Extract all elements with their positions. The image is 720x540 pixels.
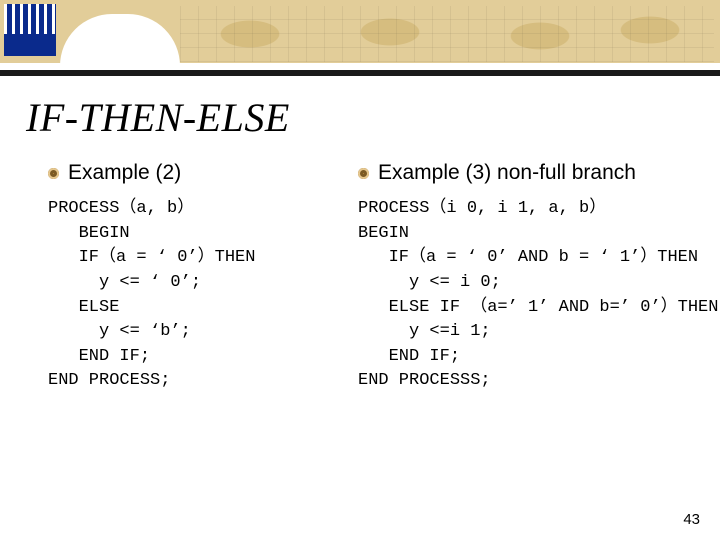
page-number: 43: [683, 511, 700, 528]
banner-world-maps: [180, 6, 714, 62]
example-2-heading: Example (2): [48, 161, 328, 185]
column-right: Example (3) non-full branch PROCESS（i 0,…: [358, 159, 718, 394]
bullet-icon: [358, 168, 369, 179]
example-3-code: PROCESS（i 0, i 1, a, b） BEGIN IF（a = ‘ 0…: [358, 197, 718, 394]
example-2-heading-text: Example (2): [68, 161, 181, 184]
content-columns: Example (2) PROCESS（a, b） BEGIN IF（a = ‘…: [0, 151, 720, 394]
column-left: Example (2) PROCESS（a, b） BEGIN IF（a = ‘…: [48, 159, 328, 394]
example-3-heading: Example (3) non-full branch: [358, 161, 718, 185]
banner-swirl-bar: [0, 63, 720, 70]
example-3-heading-text: Example (3) non-full branch: [378, 161, 636, 184]
bullet-icon: [48, 168, 59, 179]
slide-banner: [0, 0, 720, 70]
example-2-code: PROCESS（a, b） BEGIN IF（a = ‘ 0’）THEN y <…: [48, 197, 328, 394]
banner-swirl: [60, 14, 180, 70]
institution-logo: [4, 4, 56, 56]
slide-title: IF-THEN-ELSE: [26, 94, 720, 141]
banner-underline: [0, 70, 720, 76]
